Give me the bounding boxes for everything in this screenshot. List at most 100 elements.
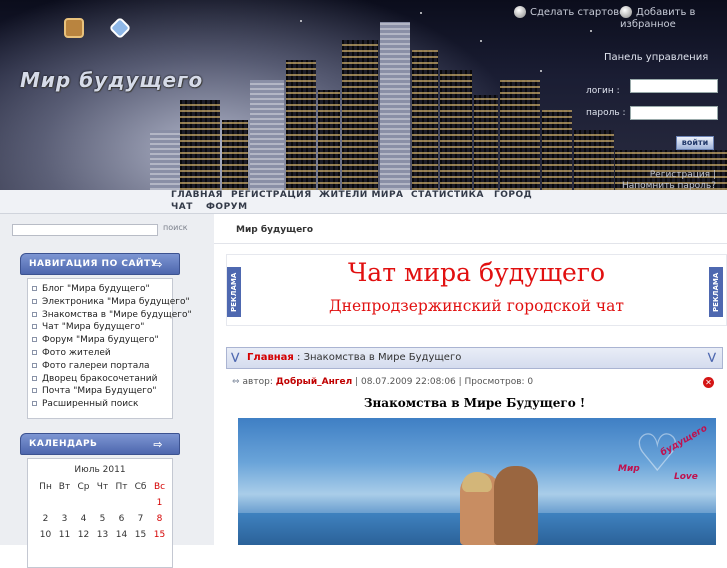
nav-item-wedding-palace[interactable]: Дворец бракосочетаний bbox=[32, 373, 172, 386]
calendar-day[interactable]: 13 bbox=[93, 530, 112, 540]
nav-forum[interactable]: ФОРУМ bbox=[206, 202, 248, 212]
weekday-label: Вт bbox=[58, 482, 71, 492]
nav-item-dating[interactable]: Знакомства в "Мире будущего" bbox=[32, 309, 192, 322]
weekday-label: Пт bbox=[115, 482, 128, 492]
nav-item-advanced-search[interactable]: Расширенный поиск bbox=[32, 398, 172, 411]
image-logo-text: Love bbox=[674, 472, 698, 482]
nav-item-blog[interactable]: Блог "Мира будущего" bbox=[32, 283, 172, 296]
nav-item-label: Почта "Мира Будущего" bbox=[42, 386, 157, 397]
city-building bbox=[180, 100, 220, 190]
add-favorites-link[interactable]: Добавить в избранное bbox=[620, 6, 720, 31]
city-building bbox=[574, 130, 614, 190]
nav-item-label: Фото галереи портала bbox=[42, 360, 150, 371]
calendar-day[interactable]: 11 bbox=[55, 530, 74, 540]
make-homepage-link[interactable]: Сделать стартовой bbox=[514, 6, 632, 18]
calendar-day[interactable]: 3 bbox=[55, 514, 74, 524]
calendar-title: КАЛЕНДАРЬ bbox=[29, 439, 98, 449]
make-homepage-label: Сделать стартовой bbox=[530, 7, 632, 18]
arrows-icon: ⇔ bbox=[232, 377, 240, 387]
weekday-label: Сб bbox=[134, 482, 147, 492]
calendar-week: 10 11 12 13 14 15 15 bbox=[28, 527, 172, 543]
weekday-label: Чт bbox=[96, 482, 109, 492]
search-input[interactable] bbox=[12, 224, 158, 236]
nav-statistics[interactable]: СТАТИСТИКА bbox=[411, 190, 484, 200]
double-chevron-down-icon[interactable]: ⋁ bbox=[708, 352, 716, 363]
post-author-label: автор: bbox=[242, 377, 273, 387]
register-forgot-link[interactable]: Регистрация | Напомнить пароль? bbox=[620, 170, 716, 190]
nav-item-label: Форум "Мира будущего" bbox=[42, 335, 159, 346]
star bbox=[540, 70, 542, 72]
password-input[interactable] bbox=[630, 106, 718, 120]
calendar-day[interactable]: 1 bbox=[150, 498, 169, 508]
arrow-right-icon: ⇨ bbox=[153, 258, 163, 271]
calendar-day[interactable]: 10 bbox=[36, 530, 55, 540]
ad-title: Чат мира будущего bbox=[347, 258, 606, 287]
nav-item-label: Дворец бракосочетаний bbox=[42, 373, 158, 384]
post-breadcrumb-home[interactable]: Главная bbox=[247, 352, 294, 363]
city-building bbox=[412, 50, 438, 190]
breadcrumb: Мир будущего bbox=[236, 225, 314, 235]
post-body: Знакомства в Мире Будущего ! ♡ Мир будущ… bbox=[226, 392, 723, 545]
nav-residents[interactable]: ЖИТЕЛИ МИРА bbox=[319, 190, 404, 200]
calendar-week: 1 bbox=[28, 495, 172, 511]
nav-home[interactable]: ГЛАВНАЯ bbox=[171, 190, 223, 200]
nav-register[interactable]: РЕГИСТРАЦИЯ bbox=[231, 190, 312, 200]
star bbox=[420, 12, 422, 14]
nav-item-label: Блог "Мира будущего" bbox=[42, 284, 150, 294]
globe-icon bbox=[514, 6, 526, 18]
post-author[interactable]: Добрый_Ангел bbox=[276, 377, 352, 387]
site-logo[interactable]: Мир будущего bbox=[20, 68, 203, 92]
image-person bbox=[494, 466, 538, 545]
login-button[interactable]: войти bbox=[676, 136, 714, 150]
calendar-day[interactable]: 8 bbox=[150, 514, 169, 524]
post-date-views: | 08.07.2009 22:08:06 | Просмотров: 0 bbox=[355, 377, 534, 387]
nav-item-electronics[interactable]: Электроника "Мира будущего" bbox=[32, 296, 190, 309]
login-input[interactable] bbox=[630, 79, 718, 93]
nav-item-mail[interactable]: Почта "Мира Будущего" bbox=[32, 385, 172, 398]
calendar-day[interactable]: 15 bbox=[131, 530, 150, 540]
nav-item-label: Расширенный поиск bbox=[42, 399, 139, 410]
close-icon[interactable]: ✕ bbox=[703, 377, 714, 388]
nav-item-forum[interactable]: Форум "Мира будущего" bbox=[32, 334, 172, 347]
calendar-day[interactable]: 6 bbox=[112, 514, 131, 524]
bullet-icon bbox=[32, 401, 37, 407]
calendar-weekdays: Пн Вт Ср Чт Пт Сб Вс bbox=[28, 479, 172, 495]
calendar-day[interactable]: 15 bbox=[150, 530, 169, 540]
nav-chat[interactable]: ЧАТ bbox=[171, 202, 193, 212]
calendar-day[interactable]: 5 bbox=[93, 514, 112, 524]
nav-item-chat[interactable]: Чат "Мира будущего" bbox=[32, 321, 172, 334]
calendar-day[interactable]: 7 bbox=[131, 514, 150, 524]
city-building bbox=[150, 130, 180, 190]
search-button[interactable]: поиск bbox=[163, 223, 188, 232]
ad-banner[interactable]: РЕКЛАМА Чат мира будущего Днепродзержинс… bbox=[226, 254, 727, 326]
home-icon[interactable] bbox=[64, 18, 84, 38]
calendar-day[interactable]: 4 bbox=[74, 514, 93, 524]
nav-item-label: Знакомства в "Мире будущего" bbox=[42, 309, 192, 320]
bullet-icon bbox=[32, 388, 37, 394]
post-breadcrumb-title: Знакомства в Мире Будущего bbox=[303, 352, 462, 363]
post-title: Знакомства в Мире Будущего ! bbox=[363, 396, 586, 410]
calendar-header: КАЛЕНДАРЬ ⇨ bbox=[20, 433, 180, 455]
post-breadcrumb-separator: : bbox=[293, 352, 304, 363]
bookmark-icon[interactable] bbox=[108, 16, 132, 40]
calendar-day[interactable]: 12 bbox=[74, 530, 93, 540]
site-navigation-header: НАВИГАЦИЯ ПО САЙТУ ⇨ bbox=[20, 253, 180, 275]
password-label: пароль : bbox=[586, 108, 626, 118]
city-building bbox=[440, 70, 472, 190]
city-building bbox=[318, 90, 340, 190]
calendar-month: Июль 2011 bbox=[74, 465, 126, 475]
site-header: Мир будущего Сделать стартовой Добавить … bbox=[0, 0, 727, 190]
nav-item-photo-gallery[interactable]: Фото галереи портала bbox=[32, 360, 172, 373]
nav-item-resident-photos[interactable]: Фото жителей bbox=[32, 347, 172, 360]
nav-city[interactable]: ГОРОД bbox=[494, 190, 532, 200]
calendar-day[interactable]: 14 bbox=[112, 530, 131, 540]
nav-item-label: Электроника "Мира будущего" bbox=[42, 296, 190, 307]
calendar-day[interactable]: 2 bbox=[36, 514, 55, 524]
bullet-icon bbox=[32, 375, 37, 381]
nav-item-label: Фото жителей bbox=[42, 347, 111, 358]
post-image: ♡ Мир будущего Love bbox=[238, 418, 716, 545]
bullet-icon bbox=[32, 337, 37, 343]
bullet-icon bbox=[32, 349, 37, 355]
ad-tag-right: РЕКЛАМА bbox=[709, 267, 723, 317]
control-panel-title: Панель управления bbox=[604, 52, 709, 63]
